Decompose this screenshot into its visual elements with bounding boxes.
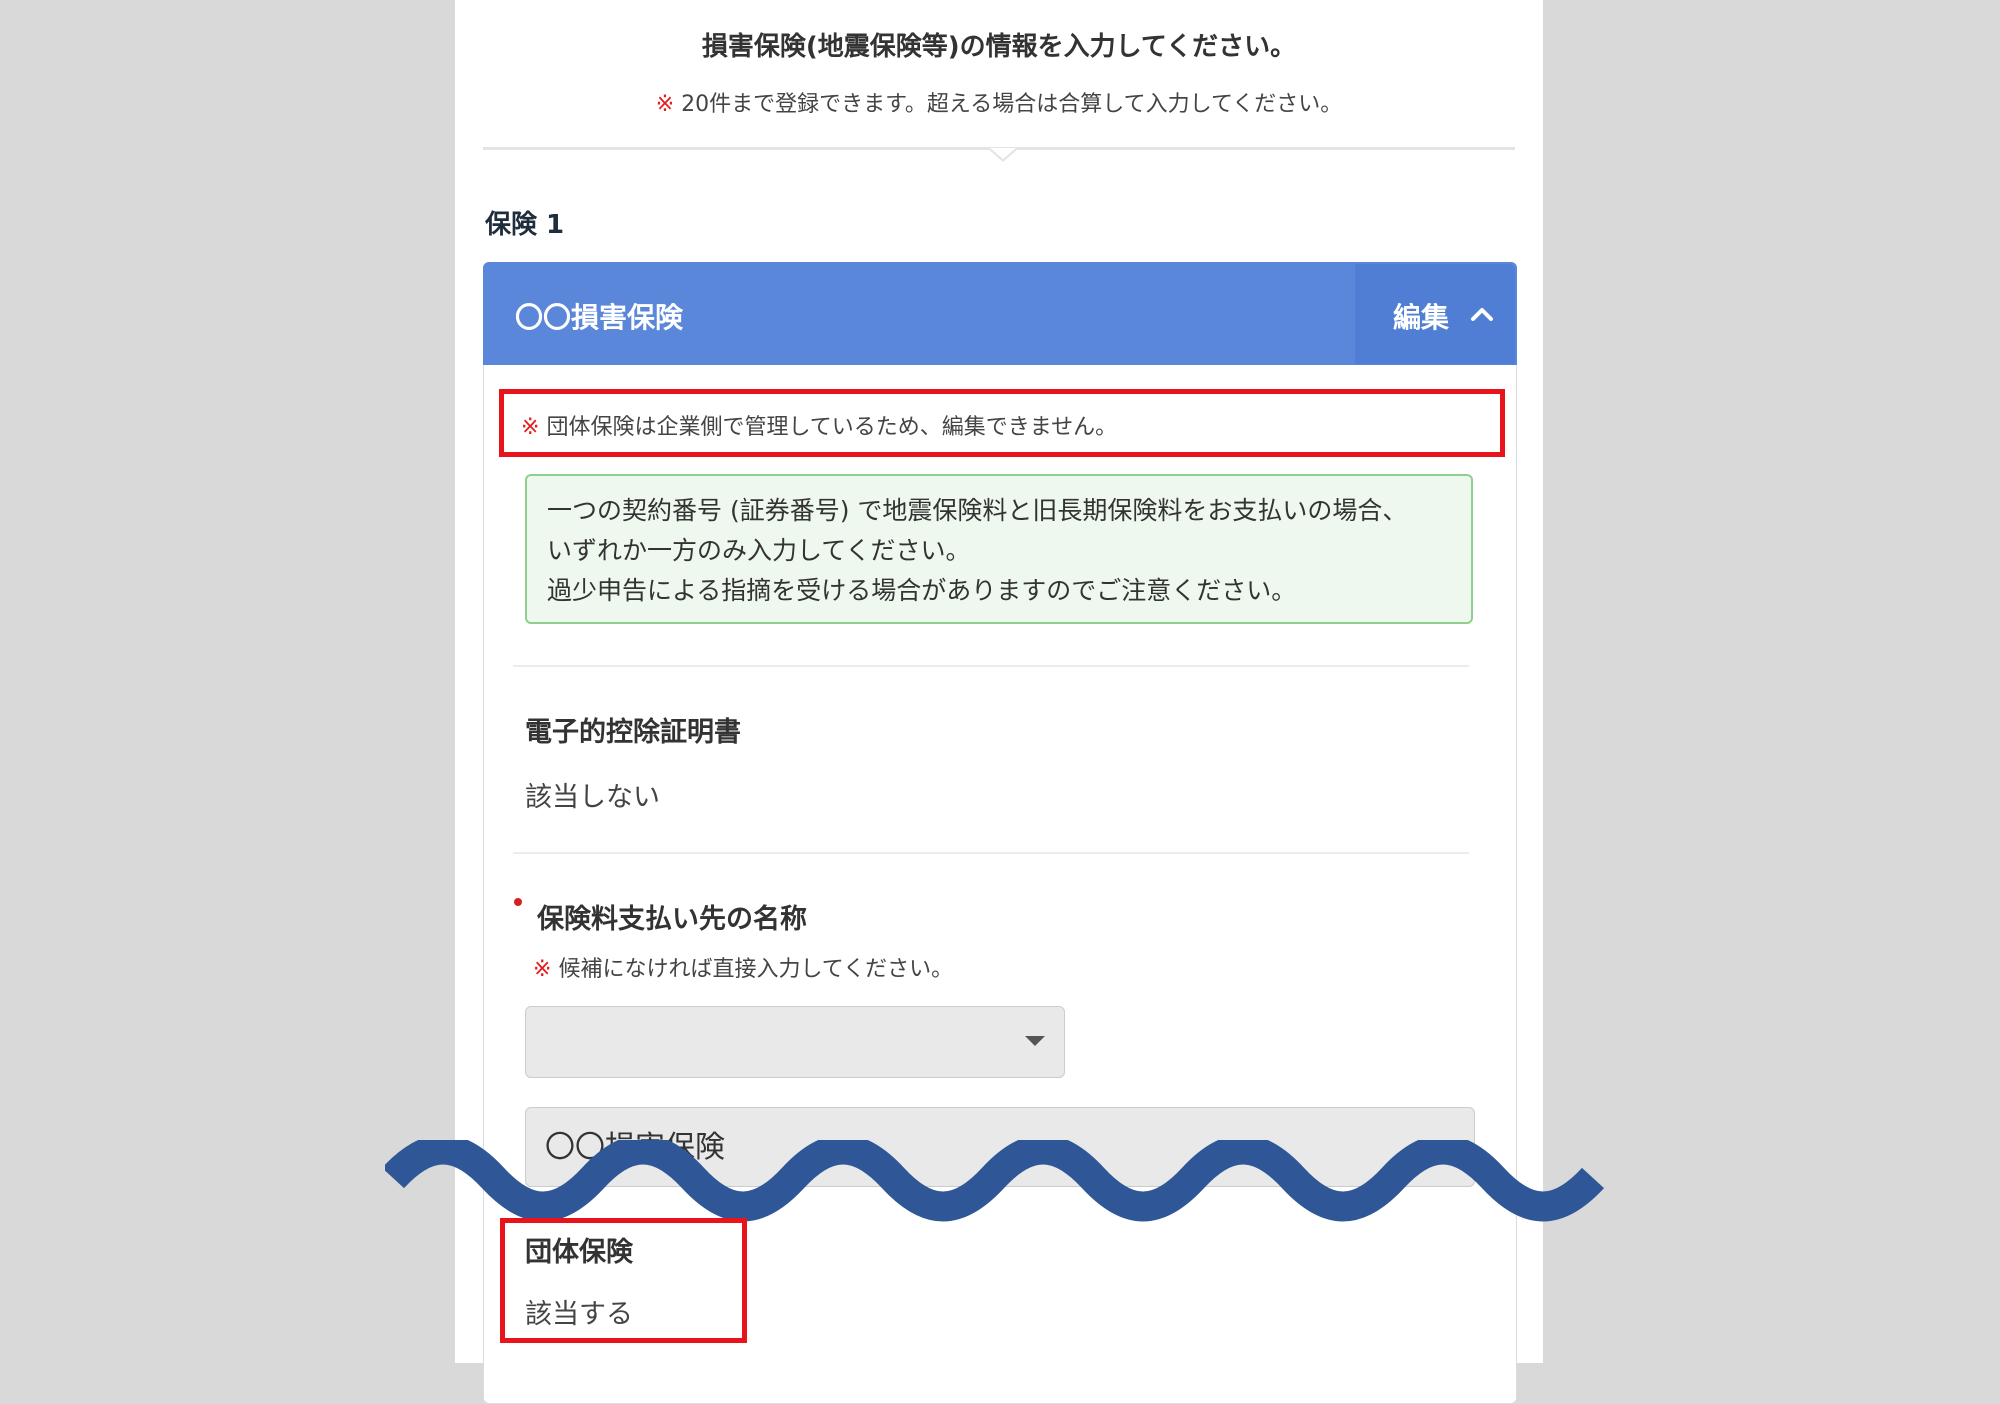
info-line: いずれか一方のみ入力してください。 bbox=[547, 536, 971, 565]
group-insurance-label: 団体保険 bbox=[525, 1237, 633, 1268]
electronic-cert-label: 電子的控除証明書 bbox=[525, 717, 741, 748]
divider-caret-inner bbox=[990, 148, 1016, 159]
insurance-section-label: 保険 1 bbox=[485, 210, 565, 240]
payee-select[interactable] bbox=[525, 1006, 1065, 1078]
group-notice-mark: ※ bbox=[521, 415, 540, 440]
electronic-cert-value: 該当しない bbox=[525, 782, 660, 813]
page-title: 損害保険(地震保険等)の情報を入力してください。 bbox=[701, 32, 1297, 62]
section-divider bbox=[513, 665, 1469, 667]
page-note-text: 20件まで登録できます。超える場合は合算して入力してください。 bbox=[681, 92, 1343, 117]
info-line: 一つの契約番号 (証券番号) で地震保険料と旧長期保険料をお支払いの場合、 bbox=[547, 496, 1408, 525]
group-insurance-value: 該当する bbox=[525, 1299, 633, 1330]
insurance-card-title: 〇〇損害保険 bbox=[515, 301, 684, 334]
payee-note-text: 候補になければ直接入力してください。 bbox=[558, 957, 954, 982]
payee-label: 保険料支払い先の名称 bbox=[537, 904, 807, 935]
section-divider bbox=[513, 852, 1469, 854]
page-note: ※ 20件まで登録できます。超える場合は合算して入力してください。 bbox=[455, 86, 1543, 118]
payee-note-mark: ※ bbox=[533, 957, 552, 982]
chevron-up-icon[interactable] bbox=[1468, 300, 1496, 328]
group-notice-text: 団体保険は企業側で管理しているため、編集できません。 bbox=[546, 415, 1118, 440]
note-mark: ※ bbox=[655, 92, 675, 117]
required-indicator bbox=[514, 898, 522, 906]
info-line: 過少申告による指摘を受ける場合がありますのでご注意ください。 bbox=[547, 576, 1297, 605]
caret-down-icon[interactable] bbox=[1025, 1036, 1045, 1046]
payee-note: ※ 候補になければ直接入力してください。 bbox=[533, 951, 953, 983]
edit-label[interactable]: 編集 bbox=[1393, 296, 1449, 336]
group-notice: ※ 団体保険は企業側で管理しているため、編集できません。 bbox=[521, 409, 1117, 441]
